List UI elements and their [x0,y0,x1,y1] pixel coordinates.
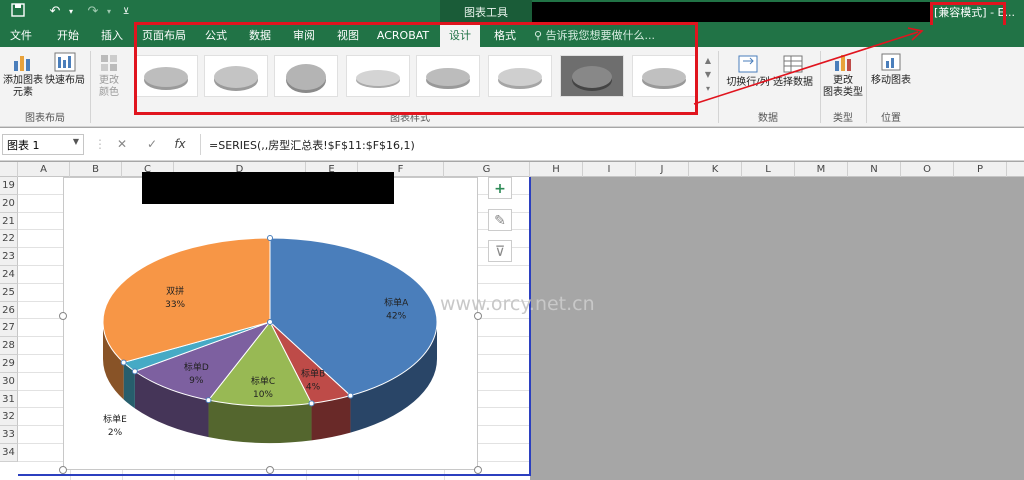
customize-icon[interactable]: ⊻ [120,3,132,21]
data-point-handle[interactable] [131,368,138,375]
quick-layout-label: 快速布局 [45,75,85,86]
slice-percent-label: 4% [306,383,321,393]
separator [90,51,91,123]
undo-dropdown-icon[interactable]: ▾ [66,3,76,21]
slice-category-label: 标单C [251,375,275,387]
column-header[interactable]: K [689,162,742,177]
row-header[interactable]: 22 [0,230,18,249]
pie-slice-side [208,400,312,444]
resize-handle-bottom-left[interactable] [59,466,67,474]
column-header[interactable]: M [795,162,848,177]
column-header[interactable]: B [70,162,122,177]
column-header[interactable]: O [901,162,954,177]
row-header[interactable]: 24 [0,266,18,284]
add-chart-element-button[interactable]: 添加图表 元素 [2,51,44,99]
row-header[interactable]: 33 [0,426,18,444]
add-chart-element-label: 添加图表 元素 [3,75,43,98]
more-icon: ⋮ [94,137,106,151]
chart-elements-plus-icon[interactable]: + [488,177,512,199]
column-header[interactable]: J [636,162,689,177]
enter-icon[interactable]: ✓ [142,134,162,155]
annotation-arrow [693,27,924,105]
row-header[interactable]: 28 [0,337,18,355]
slice-percent-label: 9% [189,376,204,386]
change-colors-label: 更改 颜色 [99,75,119,98]
pie-plot: 标单A 42% 标单B 4% 标单C 10% 标单D 9% 标单E 2% 双拼 33% [102,235,438,444]
ribbon-highlight-box [134,22,698,115]
row-header[interactable]: 21 [0,212,18,231]
row-header[interactable]: 29 [0,355,18,373]
resize-handle-bottom-right[interactable] [474,466,482,474]
data-point-handle[interactable] [347,392,354,399]
slice-category-label: 标单A [384,297,409,309]
slice-category-label: 标单B [301,368,325,380]
save-icon[interactable] [8,3,28,21]
palette-icon [101,55,117,71]
slice-percent-label: 42% [386,312,406,322]
row-header[interactable]: 31 [0,390,18,409]
column-header[interactable]: A [18,162,70,177]
column-header[interactable]: I [583,162,636,177]
chevron-down-icon[interactable]: ▼ [73,137,79,146]
column-header[interactable]: G [444,162,530,177]
watermark: www.orcy.net.cn [440,293,595,315]
insert-function-icon[interactable]: fx [170,134,190,155]
row-header[interactable]: 32 [0,408,18,427]
tab-file[interactable]: 文件 [2,25,40,47]
column-header[interactable]: L [742,162,795,177]
slice-percent-label: 2% [108,428,123,438]
add-chart-element-icon [14,56,30,71]
data-point-handle[interactable] [267,235,273,241]
data-point-handle[interactable] [120,359,127,366]
chart-styles-brush-icon[interactable]: ✎ [488,209,512,231]
type-group-label: 类型 [833,113,853,124]
resize-handle-bottom[interactable] [266,466,274,474]
slice-percent-label: 33% [165,300,185,310]
row-header[interactable]: 20 [0,194,18,213]
corner-select-all[interactable] [0,162,18,177]
quick-layout-button[interactable]: 快速布局 [44,51,86,87]
redacted-title [532,2,930,22]
row-header[interactable]: 25 [0,283,18,302]
slice-category-label: 双拼 [166,285,184,297]
undo-icon[interactable]: ↶ [44,3,66,21]
tab-home[interactable]: 开始 [50,25,86,47]
row-header[interactable]: 26 [0,301,18,320]
row-header[interactable]: 23 [0,248,18,266]
quick-layout-icon [54,52,76,72]
location-group-label: 位置 [881,113,901,124]
data-point-handle[interactable] [205,397,212,404]
data-group-label: 数据 [758,113,778,124]
outside-print-area [531,177,1024,480]
formula-bar: 图表 1 ▼ ⋮ ✕ ✓ fx =SERIES(,,房型汇总表!$F$11:$F$… [0,128,1024,161]
slice-percent-label: 10% [253,390,273,400]
name-box-value: 图表 1 [7,139,40,152]
column-header[interactable]: H [530,162,583,177]
column-header[interactable]: N [848,162,901,177]
redo-icon[interactable]: ↷ [82,3,104,21]
resize-handle-left[interactable] [59,312,67,320]
data-point-handle[interactable] [308,400,315,407]
change-colors-button[interactable]: 更改 颜色 [92,51,126,99]
row-header[interactable]: 19 [0,177,18,195]
chart-filters-icon[interactable]: ⊽ [488,240,512,262]
row-header[interactable]: 34 [0,444,18,462]
chart-layouts-group-label: 图表布局 [25,113,65,124]
cancel-icon[interactable]: ✕ [112,134,132,155]
formula-input[interactable]: =SERIES(,,房型汇总表!$F$11:$F$16,1) [200,134,1020,155]
data-point-handle[interactable] [267,319,273,325]
row-header[interactable]: 30 [0,372,18,391]
column-header[interactable]: P [954,162,1007,177]
name-box[interactable]: 图表 1 ▼ [2,134,84,155]
resize-handle-right[interactable] [474,312,482,320]
slice-category-label: 标单E [103,413,127,425]
row-header[interactable]: 27 [0,319,18,338]
slice-category-label: 标单D [184,361,209,373]
pie-chart[interactable]: 标单A 42% 标单B 4% 标单C 10% 标单D 9% 标单E 2% 双拼 33% [63,172,478,470]
redo-dropdown-icon[interactable]: ▾ [104,3,114,21]
tab-insert[interactable]: 插入 [94,25,130,47]
